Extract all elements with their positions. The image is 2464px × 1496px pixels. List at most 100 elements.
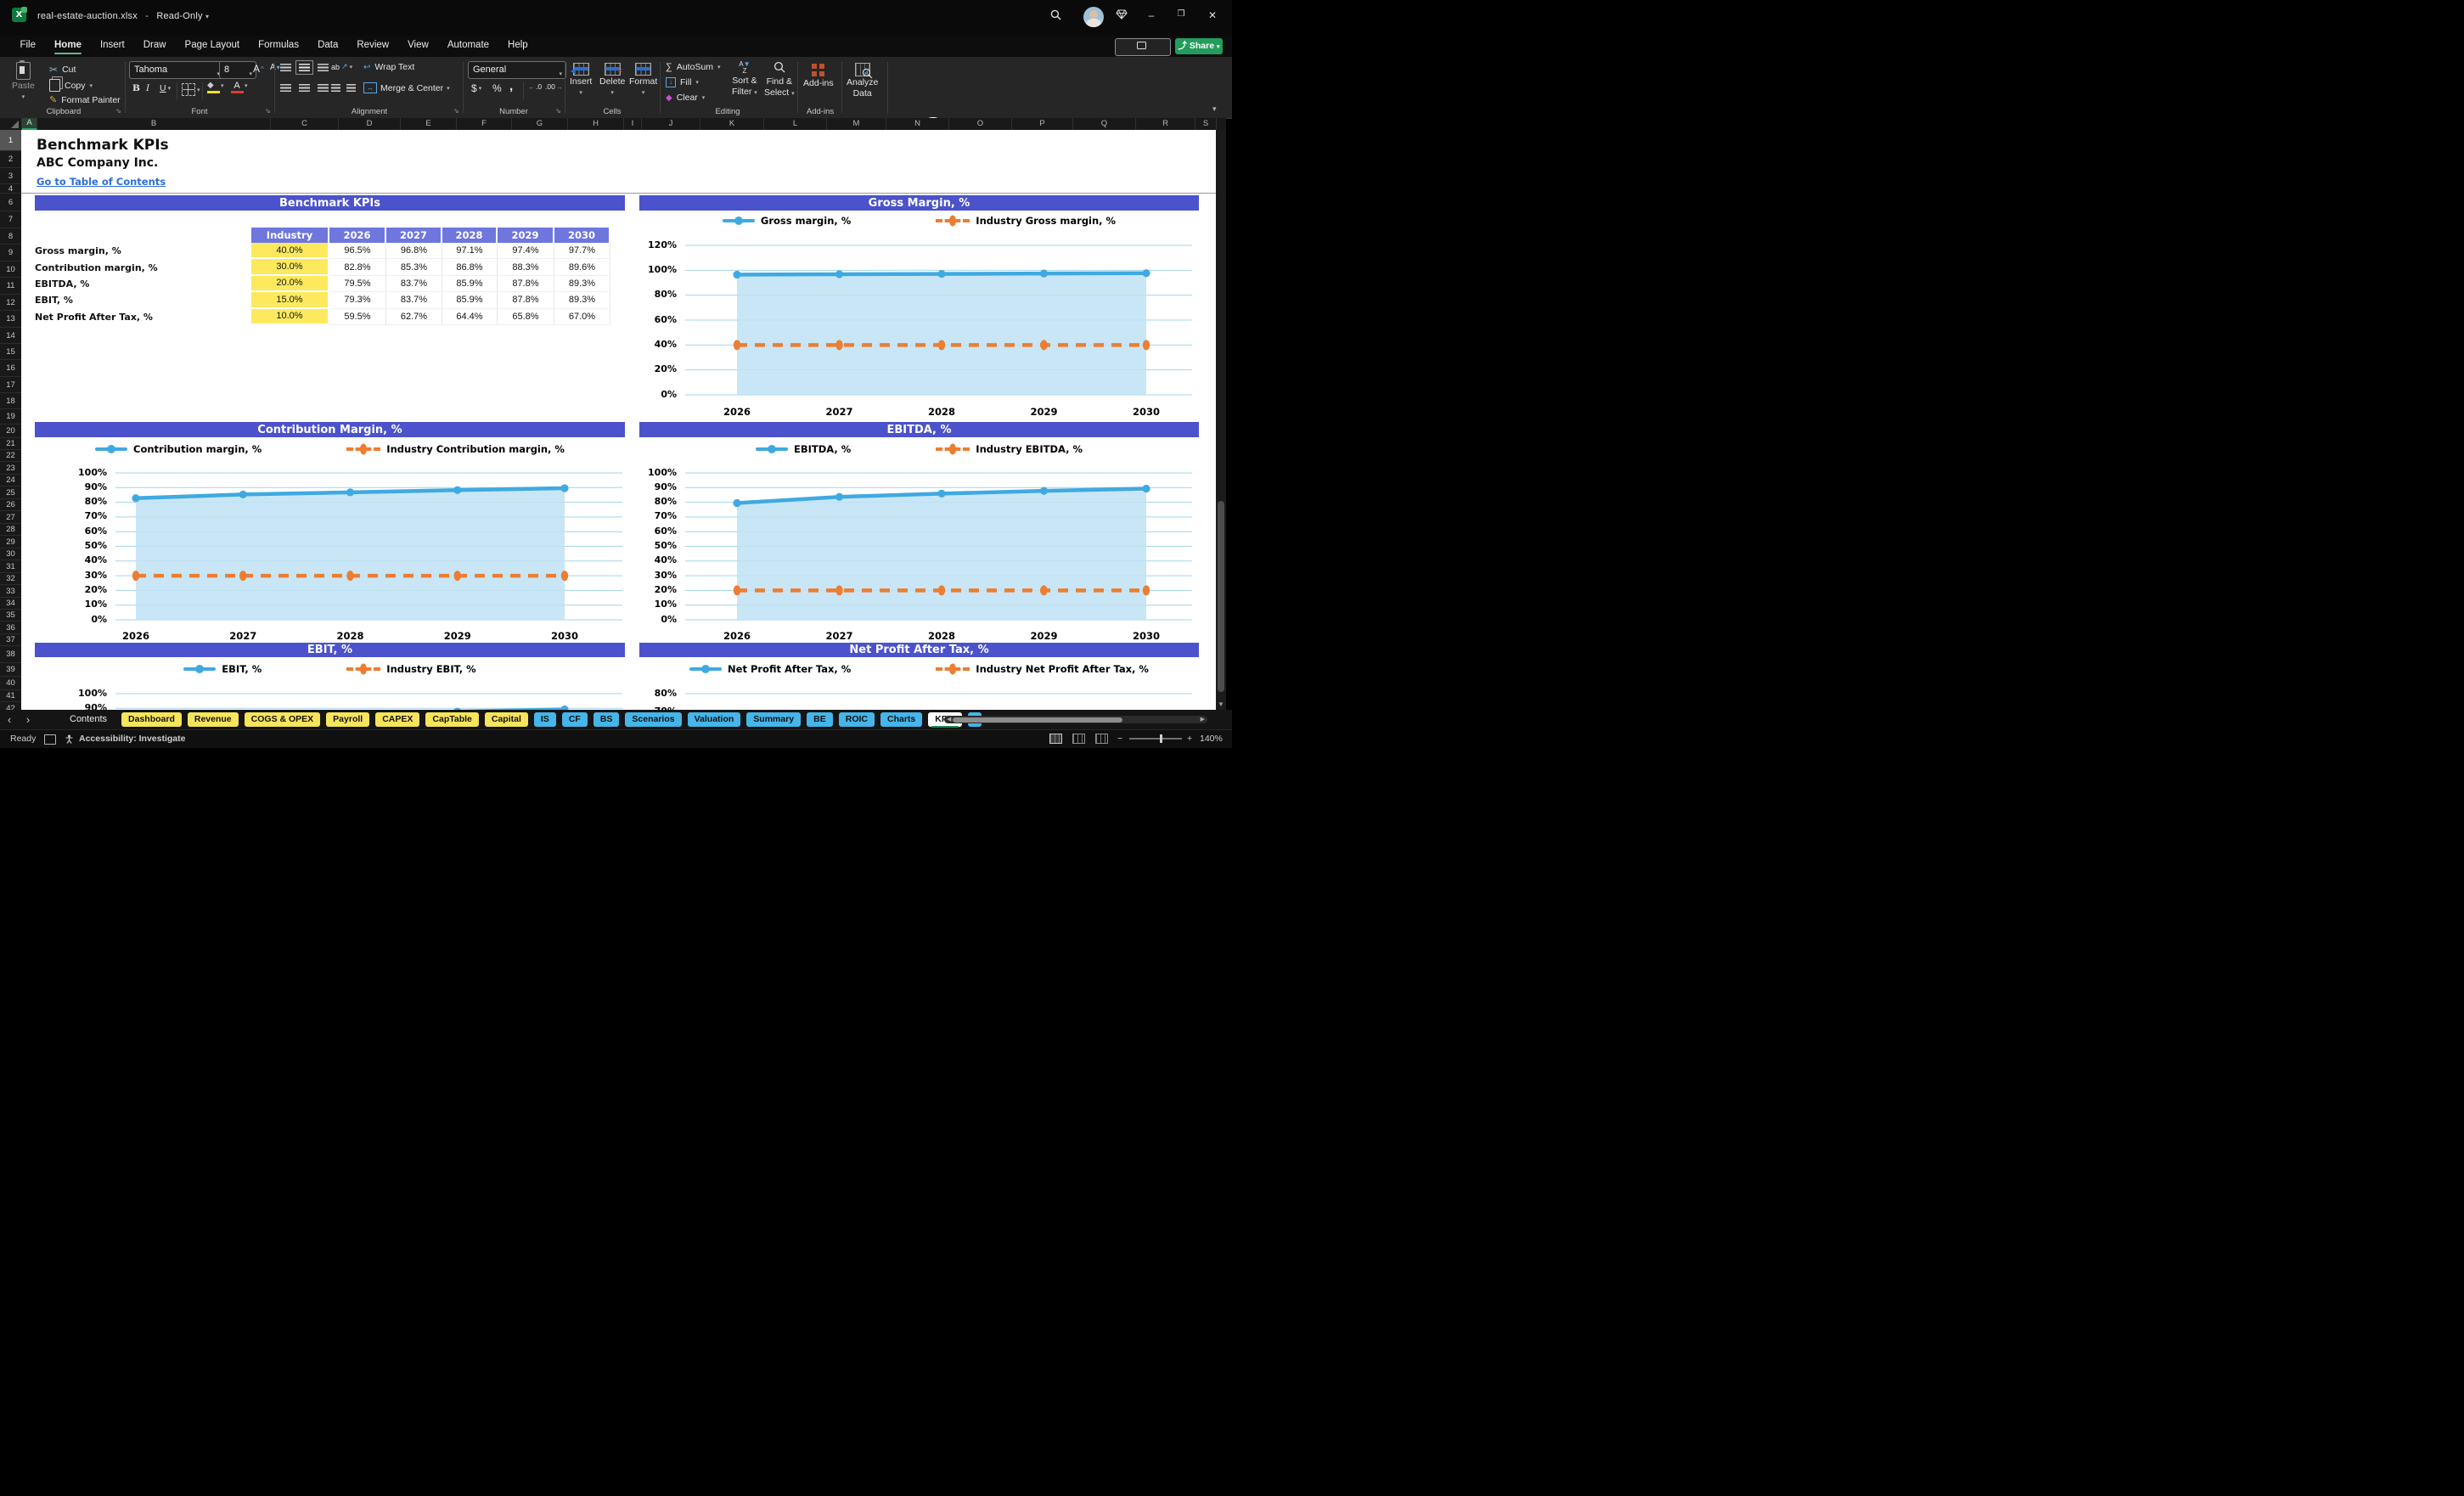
row-header-16[interactable]: 16 (0, 360, 21, 377)
menu-tab-help[interactable]: Help (498, 36, 537, 54)
row-header-36[interactable]: 36 (0, 621, 21, 634)
comments-button[interactable]: Comments (1115, 38, 1171, 68)
kpi-industry-cell[interactable]: 40.0% (251, 243, 329, 260)
cut-button[interactable]: ✂ Cut (49, 64, 76, 76)
horizontal-scrollbar[interactable]: ◀ ▶ (944, 716, 1207, 723)
column-header-I[interactable]: I (624, 118, 642, 130)
underline-button[interactable]: U ▾ (160, 83, 171, 93)
kpi-value-cell[interactable]: 64.4% (442, 308, 498, 325)
row-header-6[interactable]: 6 (0, 194, 21, 211)
column-header-L[interactable]: L (764, 118, 827, 130)
row-header-22[interactable]: 22 (0, 450, 21, 462)
row-header-32[interactable]: 32 (0, 573, 21, 585)
row-header-26[interactable]: 26 (0, 499, 21, 511)
wrap-text-button[interactable]: ↩ Wrap Text (363, 62, 414, 72)
row-header-17[interactable]: 17 (0, 377, 21, 393)
column-header-F[interactable]: F (457, 118, 512, 130)
row-header-42[interactable]: 42 (0, 702, 21, 711)
format-cells-button[interactable]: Format ▾ (629, 63, 657, 98)
analyze-data-button[interactable]: Analyze Data (847, 63, 878, 98)
kpi-value-cell[interactable]: 97.4% (498, 243, 554, 260)
align-top-button[interactable] (280, 64, 291, 71)
kpi-industry-cell[interactable]: 20.0% (251, 275, 329, 293)
prev-sheet-icon[interactable]: ‹ (0, 713, 19, 726)
sheet-tab-cf[interactable]: CF (561, 712, 588, 727)
decrease-indent-button[interactable] (331, 84, 340, 92)
insert-cells-button[interactable]: ◀ Insert ▾ (570, 63, 592, 98)
row-header-20[interactable]: 20 (0, 425, 21, 438)
row-header-39[interactable]: 39 (0, 663, 21, 677)
kpi-value-cell[interactable]: 65.8% (498, 308, 554, 325)
kpi-value-cell[interactable]: 89.3% (554, 292, 610, 309)
menu-tab-draw[interactable]: Draw (134, 36, 176, 54)
font-dialog-launcher[interactable]: ⇘ (265, 107, 271, 115)
read-only-chevron-icon[interactable]: ▾ (205, 13, 209, 20)
zoom-out-button[interactable]: − (1117, 734, 1122, 744)
kpi-value-cell[interactable]: 87.8% (498, 292, 554, 309)
row-header-10[interactable]: 10 (0, 262, 21, 278)
menu-tab-view[interactable]: View (398, 36, 438, 54)
clipboard-dialog-launcher[interactable]: ⇘ (115, 107, 121, 115)
kpi-value-cell[interactable]: 85.9% (442, 292, 498, 309)
row-header-2[interactable]: 2 (0, 151, 21, 168)
font-size-select[interactable]: 8 ▾ (219, 61, 256, 79)
clear-button[interactable]: ◆ Clear ▾ (666, 93, 705, 103)
sheet-tab-roic[interactable]: ROIC (838, 712, 875, 727)
kpi-value-cell[interactable]: 97.7% (554, 243, 610, 260)
kpi-value-cell[interactable]: 62.7% (386, 308, 442, 325)
kpi-value-cell[interactable]: 85.3% (386, 259, 442, 276)
column-header-C[interactable]: C (271, 118, 339, 130)
column-header-H[interactable]: H (568, 118, 624, 130)
zoom-in-button[interactable]: + (1187, 734, 1192, 744)
fill-color-button[interactable]: ◆ ▾ (207, 82, 224, 93)
next-sheet-icon[interactable]: › (19, 713, 37, 726)
row-header-23[interactable]: 23 (0, 462, 21, 475)
kpi-value-cell[interactable]: 82.8% (329, 259, 386, 276)
sheet-tab-valuation[interactable]: Valuation (687, 712, 741, 727)
alignment-dialog-launcher[interactable]: ⇘ (453, 107, 459, 115)
kpi-value-cell[interactable]: 88.3% (498, 259, 554, 276)
kpi-value-cell[interactable]: 79.5% (329, 275, 386, 293)
scroll-down-icon[interactable]: ▼ (1216, 700, 1226, 708)
zoom-slider-thumb[interactable] (1160, 734, 1162, 743)
sheet-tab-summary[interactable]: Summary (746, 712, 802, 727)
sheet-tab-dashboard[interactable]: Dashboard (121, 712, 182, 727)
column-header-P[interactable]: P (1012, 118, 1073, 130)
zoom-level[interactable]: 140% (1200, 734, 1223, 744)
fill-button[interactable]: ↓ Fill ▾ (666, 77, 699, 87)
row-header-24[interactable]: 24 (0, 475, 21, 486)
sheet-tab-bs[interactable]: BS (593, 712, 620, 727)
vertical-scrollbar[interactable]: ▼ (1216, 130, 1226, 710)
row-header-3[interactable]: 3 (0, 168, 21, 184)
menu-tab-formulas[interactable]: Formulas (249, 36, 308, 54)
row-header-34[interactable]: 34 (0, 598, 21, 610)
find-select-button[interactable]: Find & Select ▾ (764, 61, 795, 98)
sheet-tab-contents[interactable]: Contents (61, 712, 115, 727)
grow-font-button[interactable]: A ^ (253, 63, 264, 75)
kpi-value-cell[interactable]: 87.8% (498, 275, 554, 293)
row-header-21[interactable]: 21 (0, 438, 21, 450)
page-break-view-button[interactable] (1095, 734, 1108, 744)
align-center-button[interactable] (299, 84, 310, 92)
row-header-35[interactable]: 35 (0, 610, 21, 621)
collapse-ribbon-icon[interactable]: ▾ (1212, 104, 1217, 114)
menu-tab-review[interactable]: Review (347, 36, 398, 54)
menu-tab-file[interactable]: File (10, 36, 45, 54)
orientation-button[interactable]: ab ↗ ▾ (331, 62, 352, 71)
font-family-select[interactable]: Tahoma▾ (129, 61, 224, 79)
column-header-A[interactable]: A (22, 118, 37, 130)
share-button[interactable]: ⤴ Share ▾ (1175, 38, 1223, 54)
kpi-value-cell[interactable]: 89.3% (554, 275, 610, 293)
column-header-O[interactable]: O (949, 118, 1012, 130)
row-header-15[interactable]: 15 (0, 344, 21, 360)
row-header-29[interactable]: 29 (0, 536, 21, 548)
search-icon[interactable] (1047, 9, 1064, 23)
merge-center-button[interactable]: ↔ Merge & Center ▾ (363, 82, 450, 93)
kpi-value-cell[interactable]: 96.5% (329, 243, 386, 260)
minimize-button[interactable]: – (1143, 9, 1160, 21)
normal-view-button[interactable] (1049, 734, 1062, 744)
row-header-13[interactable]: 13 (0, 311, 21, 328)
select-all-corner[interactable] (0, 118, 22, 130)
column-header-M[interactable]: M (827, 118, 886, 130)
sort-filter-button[interactable]: A▼ Z Sort & Filter ▾ (732, 61, 757, 98)
